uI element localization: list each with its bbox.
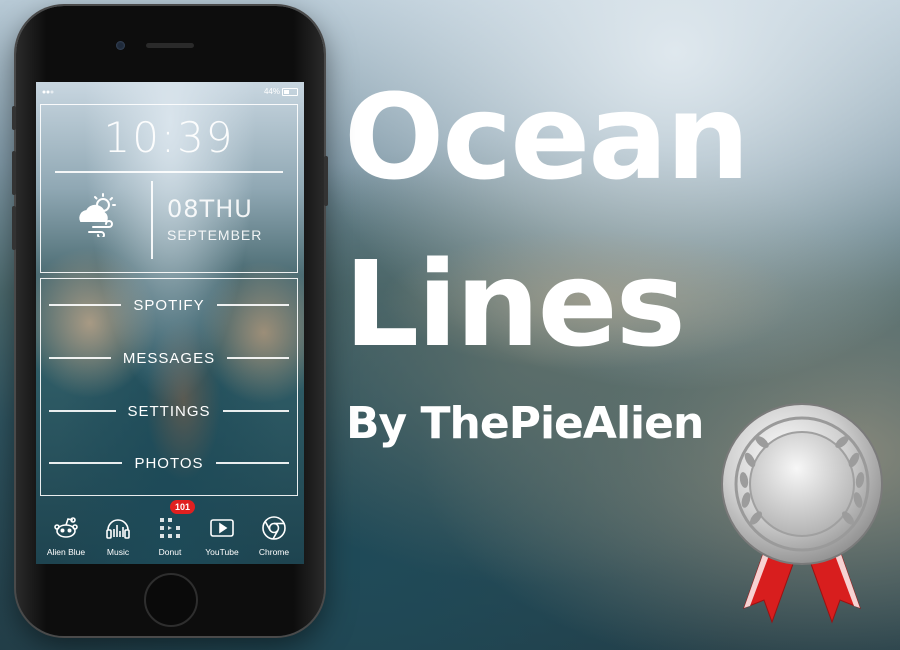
menu-line [49, 357, 111, 359]
dock-app-music[interactable]: Music [92, 512, 144, 557]
music-equalizer-icon [105, 515, 131, 541]
signal-icon [42, 88, 56, 97]
author-byline: By ThePieAlien [346, 398, 704, 449]
clock-widget: 10:39 08THU SEPTEMBER [40, 104, 298, 273]
menu-item-settings[interactable]: SETTINGS [49, 401, 290, 421]
battery-icon [282, 88, 298, 96]
home-button[interactable] [144, 573, 198, 627]
menu-item-label: MESSAGES [122, 349, 216, 367]
headline-lines: Lines [344, 235, 686, 373]
dock-app-chrome[interactable]: Chrome [248, 512, 300, 557]
chrome-icon [261, 515, 287, 541]
menu-line [216, 304, 289, 306]
menu-item-spotify[interactable]: SPOTIFY [49, 295, 289, 315]
clock-time: 10:39 [103, 113, 235, 162]
menu-line [222, 410, 290, 412]
power-button [324, 156, 328, 206]
menu-line [49, 462, 123, 464]
notification-badge: 101 [170, 500, 196, 514]
dock: Alien Blue Music 101 Donut YouTube Chrom… [36, 500, 304, 564]
menu-item-label: PHOTOS [134, 454, 204, 472]
menu-line [49, 410, 116, 412]
home-screen: 44% 10:39 08THU SEPTEMBER SPOTIFY MESSAG… [36, 82, 304, 564]
status-bar: 44% [36, 87, 304, 97]
menu-line [227, 357, 290, 359]
launcher-menu: SPOTIFY MESSAGES SETTINGS PHOTOS [40, 278, 298, 496]
widget-date: 08THU [167, 195, 253, 223]
menu-line [49, 304, 122, 306]
donut-grid-icon [157, 515, 183, 541]
dock-app-alien-blue[interactable]: Alien Blue [40, 512, 92, 557]
volume-down-button [12, 206, 16, 250]
widget-month: SEPTEMBER [167, 227, 263, 243]
dock-app-youtube[interactable]: YouTube [196, 512, 248, 557]
volume-up-button [12, 151, 16, 195]
dock-app-label: Music [106, 547, 130, 557]
dock-app-donut[interactable]: 101 Donut [144, 500, 196, 557]
divider [151, 181, 153, 259]
menu-item-photos[interactable]: PHOTOS [49, 453, 290, 473]
reddit-alien-icon [53, 515, 79, 541]
silver-medal-icon [716, 400, 888, 636]
menu-item-messages[interactable]: MESSAGES [49, 348, 290, 368]
earpiece-speaker [146, 43, 194, 48]
mute-switch [12, 106, 16, 130]
headline-ocean: Ocean [344, 68, 750, 206]
divider [55, 171, 283, 173]
dock-app-label: YouTube [205, 547, 239, 557]
menu-line [215, 462, 290, 464]
front-camera [116, 41, 125, 50]
menu-item-label: SPOTIFY [133, 296, 205, 314]
youtube-play-icon [209, 515, 235, 541]
menu-item-label: SETTINGS [127, 402, 211, 420]
partly-cloudy-windy-icon [73, 191, 121, 239]
dock-app-label: Chrome [258, 547, 290, 557]
dock-app-label: Alien Blue [46, 547, 86, 557]
dock-app-label: Donut [158, 547, 182, 557]
battery-percentage: 44% [263, 87, 280, 96]
iphone-mockup: 44% 10:39 08THU SEPTEMBER SPOTIFY MESSAG… [12, 6, 328, 636]
